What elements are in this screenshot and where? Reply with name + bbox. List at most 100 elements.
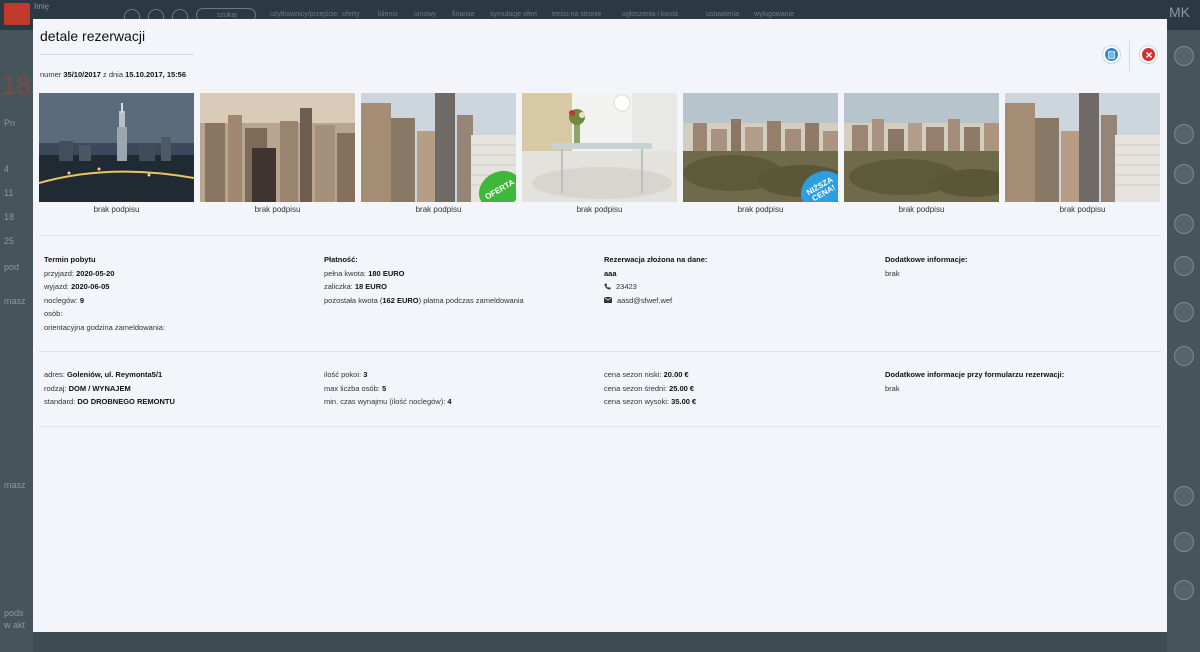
nav-item[interactable]: klienci (378, 11, 397, 18)
search-icon[interactable] (1174, 46, 1194, 66)
photo-caption: brak podpisu (737, 205, 784, 214)
address-value: Goleniów, ul. Reymonta5/1 (66, 370, 163, 379)
nav-item[interactable]: użytkownicy/przejście (270, 11, 337, 18)
gallery-photo[interactable]: brak podpisu (200, 93, 355, 214)
calendar-label: pod (4, 262, 20, 272)
modal-title: detale rezerwacji (40, 28, 146, 44)
checkin-label: orientacyjna godzina zameldowania: (44, 322, 165, 332)
row-action-icon[interactable] (1174, 580, 1194, 600)
row-action-icon[interactable] (1174, 256, 1194, 276)
gallery-photo[interactable]: brak podpisu (1005, 93, 1160, 214)
number-value: 35/10/2017 (63, 70, 101, 79)
section-divider (39, 235, 1161, 236)
arrival-value: 2020-05-20 (76, 268, 115, 278)
type-row: rodzaj: DOM / WYNAJEM (44, 382, 304, 396)
photo-caption: brak podpisu (93, 205, 140, 214)
document-edit-icon (1105, 48, 1118, 61)
nights-row: noclegów: 9 (44, 294, 304, 308)
row-action-icon[interactable] (1174, 302, 1194, 322)
row-action-icon[interactable] (1174, 164, 1194, 184)
photo-caption: brak podpisu (415, 205, 462, 214)
row-action-icon[interactable] (1174, 486, 1194, 506)
persons-row: osób: (44, 307, 304, 321)
arrival-row: przyjazd: 2020-05-20 (44, 267, 304, 281)
panel-label: masz (4, 296, 26, 306)
property-prices-section: cena sezon niski: 20.00 € cena sezon śre… (604, 368, 864, 409)
property-address-section: adres: Goleniów, ul. Reymonta5/1 rodzaj:… (44, 368, 304, 409)
nav-item[interactable]: oferty (342, 11, 360, 18)
nav-item[interactable]: symulacje ofert (490, 11, 537, 18)
price-low-row: cena sezon niski: 20.00 € (604, 368, 864, 382)
type-label: rodzaj: (44, 383, 67, 393)
row-action-icon[interactable] (1174, 214, 1194, 234)
close-icon (1142, 48, 1155, 61)
total-row: pełna kwota: 180 EURO (324, 267, 594, 281)
nights-value: 9 (79, 295, 85, 305)
row-action-icon[interactable] (1174, 532, 1194, 552)
email-row: aasd@sfwef.wef (604, 294, 864, 308)
app-logo[interactable] (4, 3, 30, 25)
remaining-value: 162 EURO (382, 295, 419, 305)
photo-gallery: brak podpisu brak podpisu OFERTA brak po… (39, 93, 1161, 218)
property-capacity-section: ilość pokoi: 3 max liczba osób: 5 min. c… (324, 368, 594, 409)
calendar-label: 11 (4, 188, 14, 198)
price-mid-value: 25.00 € (669, 383, 695, 393)
app-footer (33, 632, 1167, 652)
price-low-value: 20.00 € (663, 370, 689, 379)
gallery-photo[interactable]: brak podpisu (522, 93, 677, 214)
deposit-value: 18 EURO (354, 282, 387, 291)
gallery-photo[interactable]: NIŻSZA CENA! brak podpisu (683, 93, 838, 214)
form-info-section: Dodatkowe informacje przy formularzu rez… (885, 368, 1155, 395)
nav-item[interactable]: treści na stronie (552, 11, 601, 18)
standard-row: standard: DO DROBNEGO REMONTU (44, 395, 304, 409)
user-name[interactable]: Imię (34, 2, 49, 11)
photo-caption: brak podpisu (898, 205, 945, 214)
photo-caption: brak podpisu (254, 205, 301, 214)
rooms-label: ilość pokoi: (324, 370, 362, 379)
calendar-label: 25 (4, 236, 15, 246)
date-label: z dnia (103, 70, 124, 79)
phone-row: 23423 (604, 280, 864, 294)
email-value[interactable]: aasd@sfwef.wef (617, 294, 672, 308)
nav-item[interactable]: finanse (452, 11, 475, 18)
nav-item[interactable]: umowy (414, 11, 436, 18)
photo-skyscrapers[interactable] (1005, 93, 1160, 202)
photo-interior[interactable] (522, 93, 677, 202)
price-high-value: 35.00 € (671, 397, 697, 406)
deposit-row: zaliczka: 18 EURO (324, 280, 594, 294)
stay-section: Termin pobytu przyjazd: 2020-05-20 wyjaz… (44, 253, 304, 334)
nav-item[interactable]: wylogowanie (754, 11, 794, 18)
payment-section: Płatność: pełna kwota: 180 EURO zaliczka… (324, 253, 594, 307)
extra-info-heading: Dodatkowe informacje: (885, 255, 968, 264)
photo-park-city[interactable] (844, 93, 999, 202)
price-mid-label: cena sezon średni: (604, 383, 667, 393)
phone-value[interactable]: 23423 (616, 280, 637, 294)
extra-info-value: brak (885, 268, 900, 278)
nav-item[interactable]: ustawienia (706, 11, 739, 18)
total-label: pełna kwota: (324, 268, 367, 278)
photo-skyscrapers[interactable]: OFERTA (361, 93, 516, 202)
calendar-label: 18 (4, 212, 15, 222)
remaining-suffix: ) płatna podczas zameldowania (418, 295, 524, 305)
gallery-photo[interactable]: brak podpisu (844, 93, 999, 214)
section-divider (39, 426, 1161, 427)
type-value: DOM / WYNAJEM (68, 383, 131, 393)
close-button[interactable] (1139, 45, 1158, 64)
photo-park-city[interactable]: NIŻSZA CENA! (683, 93, 838, 202)
nav-item[interactable]: ogłoszenia i konta (622, 11, 678, 18)
panel-label: pods (4, 608, 24, 618)
persons-label: osób: (44, 309, 63, 318)
price-low-label: cena sezon niski: (604, 370, 662, 379)
photo-day-city[interactable] (200, 93, 355, 202)
button-divider (1129, 41, 1130, 71)
customer-name: aaa (604, 268, 617, 278)
price-mid-row: cena sezon średni: 25.00 € (604, 382, 864, 396)
brand-mark: MK (1169, 4, 1190, 20)
gallery-photo[interactable]: OFERTA brak podpisu (361, 93, 516, 214)
edit-button[interactable] (1102, 45, 1121, 64)
row-action-icon[interactable] (1174, 346, 1194, 366)
row-action-icon[interactable] (1174, 124, 1194, 144)
gallery-photo[interactable]: brak podpisu (39, 93, 194, 214)
phone-icon (604, 283, 611, 290)
photo-night-city[interactable] (39, 93, 194, 202)
